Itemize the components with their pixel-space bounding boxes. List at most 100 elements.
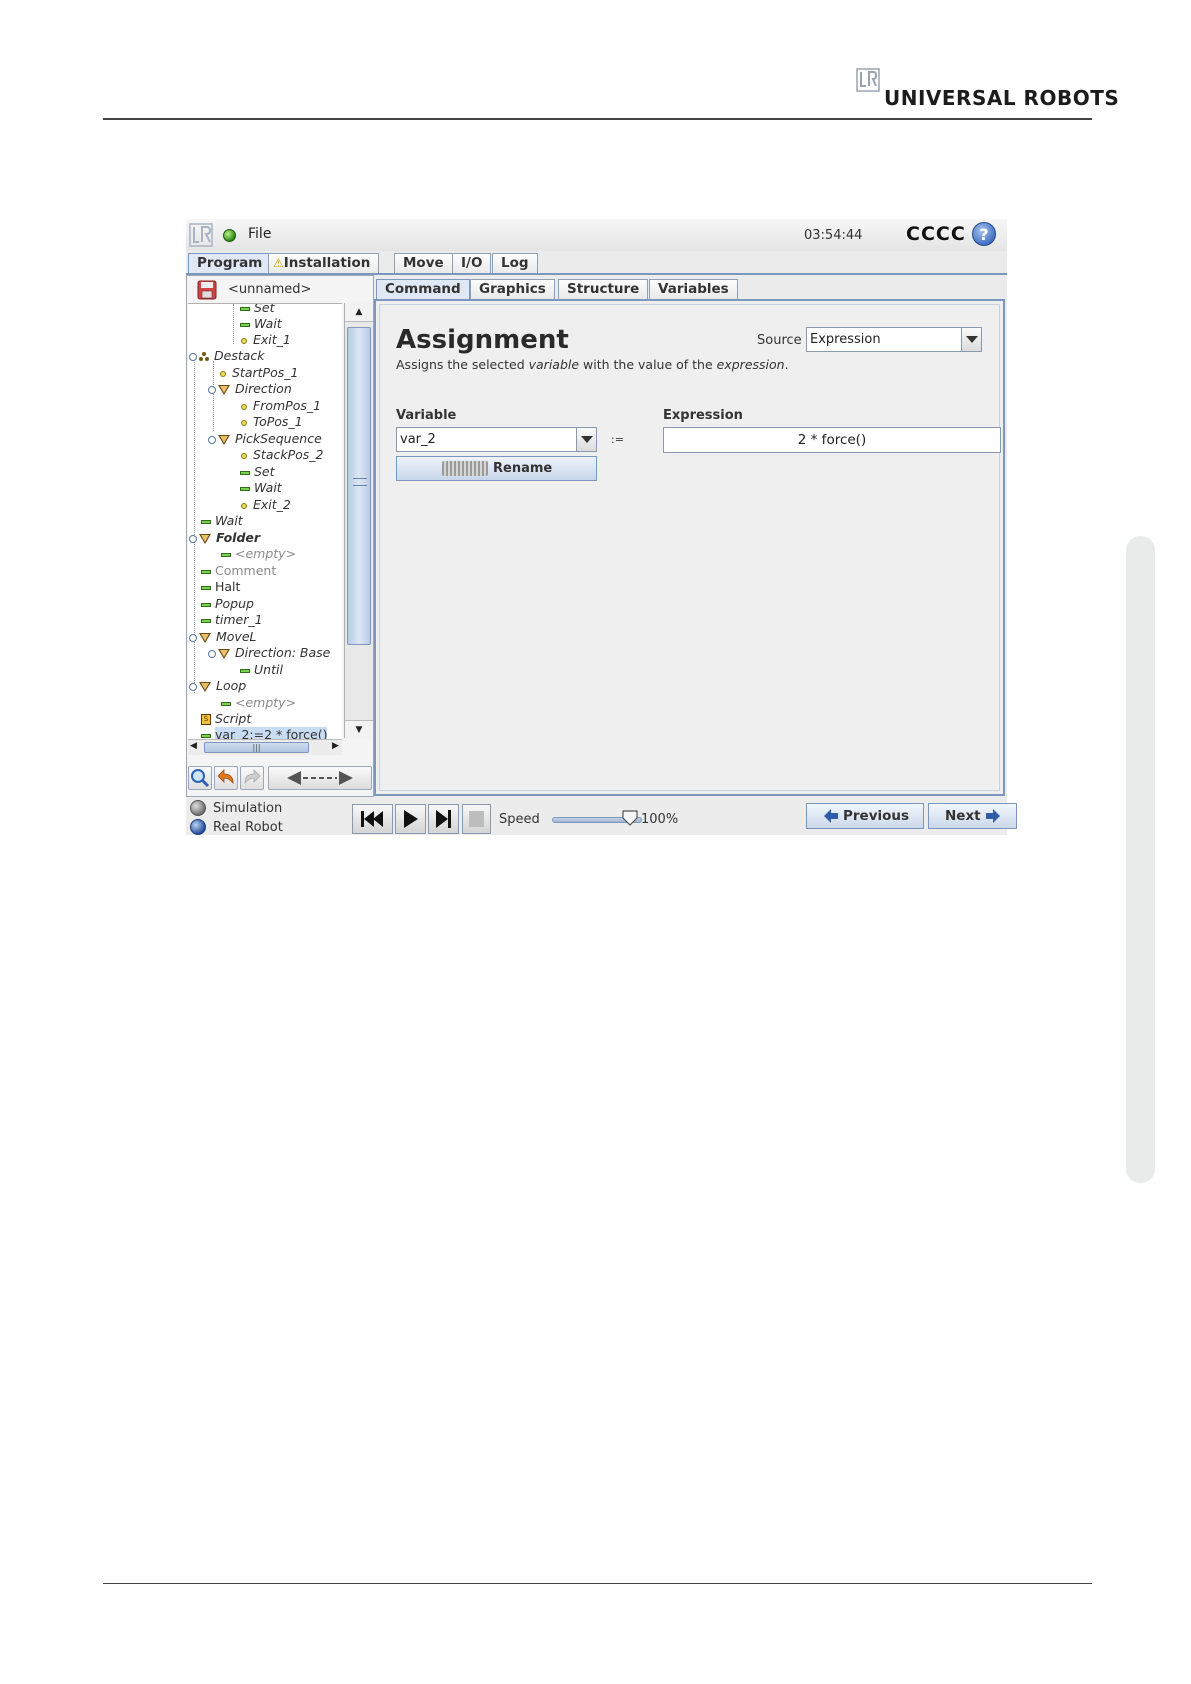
previous-button[interactable]: Previous [806,803,924,829]
source-select[interactable]: Expression [806,327,982,352]
tree-node[interactable]: Exit_2 [241,497,291,513]
tree-node[interactable]: timer_1 [201,612,263,628]
tree-node[interactable]: PickSequence [208,431,322,447]
tab-structure[interactable]: Structure [558,279,649,299]
move-icon [218,434,230,445]
search-button[interactable] [188,766,212,790]
tab-graphics[interactable]: Graphics [470,279,555,299]
tree-node[interactable]: FromPos_1 [241,398,321,414]
tree-node[interactable]: Folder [189,530,260,546]
previous-label: Previous [843,808,910,824]
expand-icon[interactable] [189,534,197,543]
tree-vertical-scrollbar[interactable]: ▲ ▼ [344,303,373,739]
tree-node[interactable]: S Script [201,711,251,727]
tree-node[interactable]: Set [240,464,275,480]
chevron-down-icon[interactable] [576,428,596,451]
tree-node[interactable]: Wait [201,513,243,529]
simulation-radio[interactable] [190,800,206,816]
folder-icon [199,533,211,544]
real-robot-label: Real Robot [213,820,283,835]
line-icon [221,701,231,706]
tree-node[interactable]: MoveL [189,629,257,645]
left-right-arrow-icon [287,771,353,785]
play-button[interactable] [395,804,426,834]
tree-node[interactable]: Loop [189,678,246,694]
waypoint-icon [241,337,247,344]
move-icon [218,648,230,659]
command-panel: Assignment Assigns the selected variable… [374,299,1005,796]
arrow-left-icon [824,809,838,823]
scroll-up-icon[interactable]: ▲ [345,303,373,322]
next-button[interactable]: Next [928,803,1017,829]
tab-log[interactable]: Log [492,253,538,273]
tab-installation[interactable]: ⚠Installation [268,253,380,273]
tree-node[interactable]: Halt [201,579,240,595]
top-bar: File 03:54:44 CCCC ? [186,219,1007,251]
line-icon [240,486,250,491]
tree-node[interactable]: Comment [201,563,276,579]
variable-select[interactable]: var_2 [396,427,597,452]
line-icon [221,552,231,557]
real-robot-radio[interactable] [190,819,206,835]
scroll-thumb[interactable]: ||| [204,742,309,753]
save-icon[interactable] [197,280,217,300]
tree-node[interactable]: <empty> [221,546,296,562]
source-value: Expression [810,332,881,347]
tree-node[interactable]: <empty> [221,695,296,711]
tab-move[interactable]: Move [394,253,453,273]
scroll-thumb[interactable] [347,327,371,645]
waypoint-icon [241,419,247,426]
tree-node[interactable]: Destack [189,348,265,364]
tree-node[interactable]: Direction [208,381,292,397]
play-icon [404,810,418,828]
expand-icon[interactable] [189,633,197,642]
desc-text: expression [716,357,785,372]
arrow-right-icon [986,809,1000,823]
script-icon: S [201,714,211,725]
step-button[interactable] [428,804,459,834]
move-icon [218,384,230,395]
file-menu[interactable]: File [248,226,271,242]
tree-node-selected[interactable]: var_2:=2 * force() [201,727,328,739]
tree-toolbar [188,764,373,794]
rewind-button[interactable] [352,804,393,834]
tree-node[interactable]: StartPos_1 [220,365,298,381]
tree-node[interactable]: Set [240,304,275,316]
tree-horizontal-scrollbar[interactable]: ◀ ||| ▶ [188,739,342,755]
clock: 03:54:44 [804,228,863,243]
program-tree[interactable]: Set Wait Exit_1 Destack StartPos_1 Direc… [188,303,342,739]
expression-field[interactable]: 2 * force() [663,427,1001,453]
chevron-down-icon[interactable] [961,328,981,351]
tree-node[interactable]: Wait [240,480,282,496]
desc-text: variable [528,357,580,372]
move-node-button[interactable] [268,766,372,790]
redo-button[interactable] [240,766,264,790]
expand-icon[interactable] [208,649,216,658]
tree-node[interactable]: Wait [240,316,282,332]
tree-node[interactable]: Popup [201,596,254,612]
stop-button[interactable] [462,804,491,834]
tree-node[interactable]: StackPos_2 [241,447,324,463]
tree-node[interactable]: Until [240,662,283,678]
undo-button[interactable] [214,766,238,790]
loop-icon [199,681,211,692]
expand-icon[interactable] [189,682,197,691]
tree-node[interactable]: Direction: Base [208,645,330,661]
slider-thumb-icon[interactable] [622,809,638,827]
expand-icon[interactable] [208,385,216,394]
skip-to-start-icon [361,811,383,827]
scroll-right-icon[interactable]: ▶ [332,741,339,751]
tree-node[interactable]: ToPos_1 [241,414,303,430]
tab-command[interactable]: Command [376,279,470,299]
tab-io[interactable]: I/O [452,253,492,273]
step-forward-icon [436,810,451,828]
scroll-left-icon[interactable]: ◀ [190,741,197,751]
tab-program[interactable]: Program [188,253,272,275]
help-button[interactable]: ? [972,222,996,246]
rename-button[interactable]: Rename [396,456,597,481]
tab-variables[interactable]: Variables [649,279,738,299]
tree-node[interactable]: Exit_1 [241,332,291,348]
expand-icon[interactable] [208,435,216,444]
scroll-down-icon[interactable]: ▼ [345,720,373,739]
expand-icon[interactable] [189,352,197,361]
